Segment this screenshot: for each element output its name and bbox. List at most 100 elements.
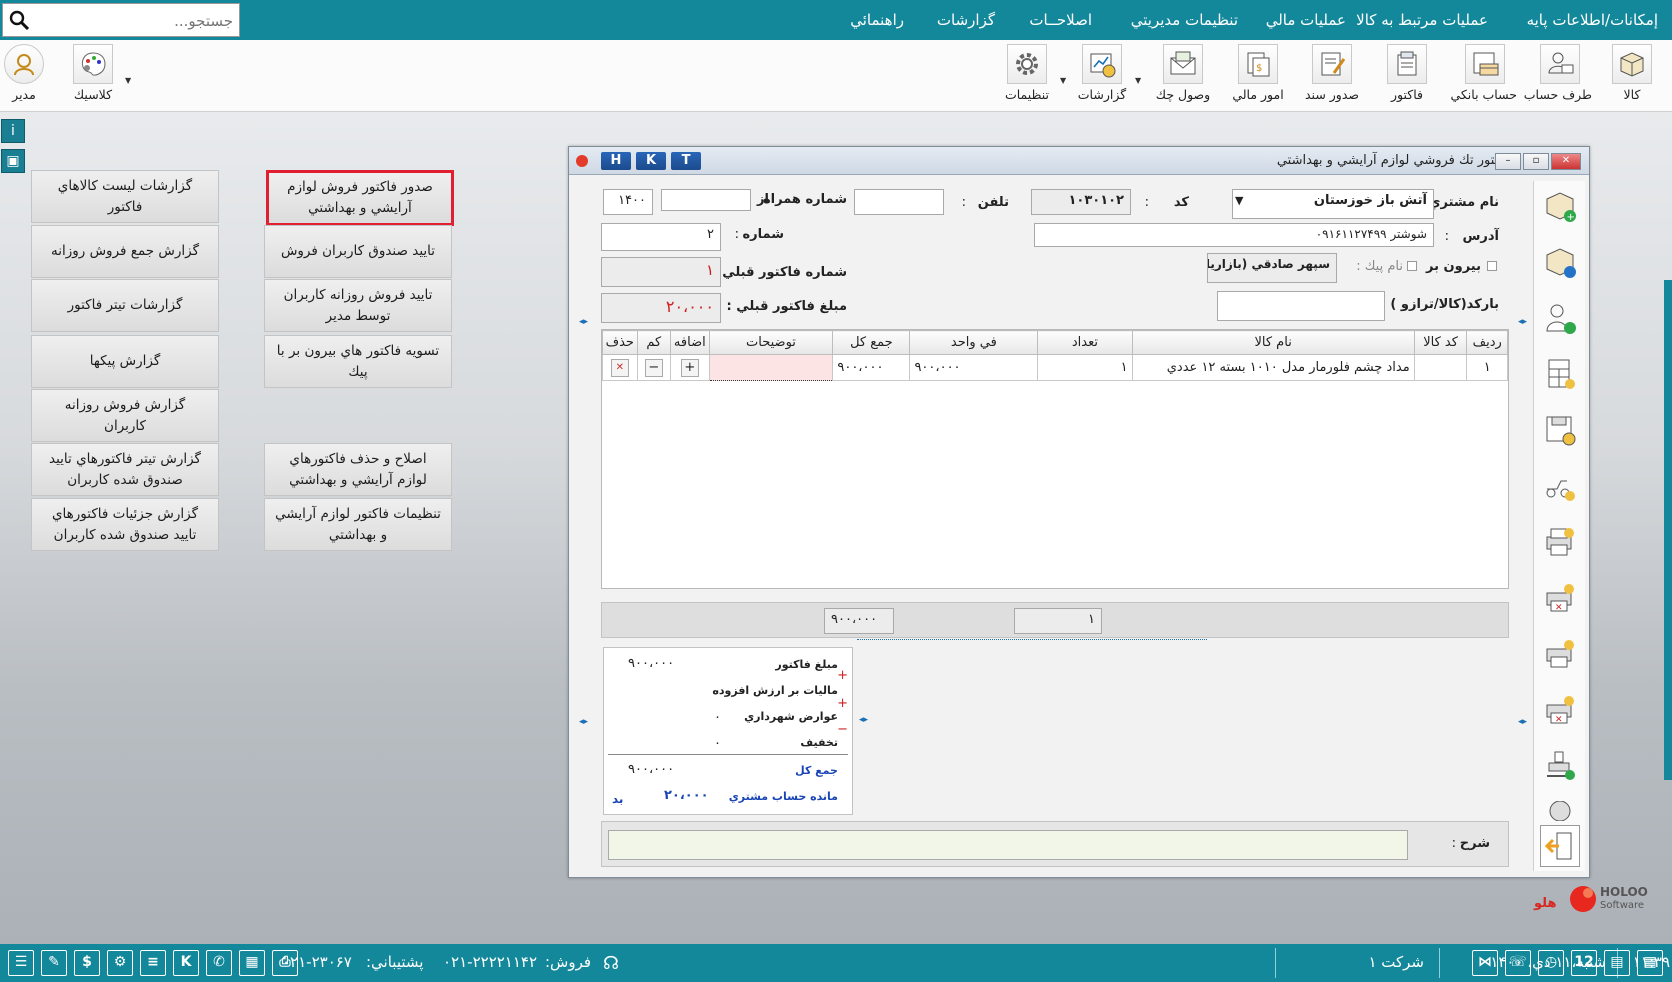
approve-user-cashbox-button[interactable]: تاييد صندوق كاربران فروش [264,225,452,278]
calendar-date-icon[interactable]: 12 [1571,950,1597,976]
settings-button[interactable]: تنظيمات [995,44,1059,102]
share-icon[interactable]: ⋈ [1472,950,1498,976]
memo-icon[interactable]: ≡ [140,950,166,976]
right-arrow-icon[interactable]: ◂▸ [1518,317,1527,327]
user-manager-button[interactable]: مدير [0,44,56,102]
approved-invoice-details-report-button[interactable]: گزارش جزئيات فاكتورهاي تاييد صندوق شده ك… [31,498,219,551]
year-field[interactable]: ۱۴۰۰ [603,189,653,215]
cell-unit-price[interactable]: ۹۰۰،۰۰۰ [909,354,1039,381]
issue-document-button[interactable]: صدور سند [1300,44,1364,102]
chevron-down-icon[interactable]: ▼ [1235,194,1243,207]
clock-icon[interactable]: ◷ [1538,950,1564,976]
contacts-icon[interactable]: ☏ [1505,950,1531,976]
col-add[interactable]: اضافه [670,330,710,355]
exit-icon[interactable] [1540,825,1580,867]
menu-reports[interactable]: گزارشات [937,0,995,40]
mobile-field[interactable] [661,189,751,211]
invoice-headers-report-button[interactable]: گزارشات تيتر فاكتور [31,279,219,332]
more-icon[interactable] [1540,801,1580,821]
add-person-icon[interactable] [1540,297,1580,339]
search-input[interactable] [37,9,233,33]
cell-qty[interactable]: ۱ [1037,354,1133,381]
col-unit-price[interactable]: في واحد [909,330,1039,355]
left-arrow-icon-2[interactable]: ◂▸ [579,717,588,727]
stamp-approve-icon[interactable] [1540,745,1580,787]
settle-courier-invoices-button[interactable]: تسويه فاكتور هاي بيرون بر با پيك [264,335,452,388]
app-grid-icon[interactable]: ▤ [1604,950,1630,976]
invoice-goods-list-report-button[interactable]: گزارشات ليست كالاهاي فاكتور [31,170,219,223]
right-arrow-icon-2[interactable]: ◂▸ [1518,717,1527,727]
classic-dropdown-icon[interactable]: ▼ [125,76,131,85]
menu-admin-settings[interactable]: تنظيمات مديريتي [1131,0,1238,40]
user-photo-icon[interactable]: ▣ [1,149,25,173]
menu-goods-ops[interactable]: عمليات مرتبط به كالا [1356,0,1488,40]
classic-theme-button[interactable]: كلاسيك [61,44,125,102]
print-money-icon[interactable] [1540,521,1580,563]
delivery-view-icon[interactable] [1540,465,1580,507]
cell-total[interactable]: ۹۰۰،۰۰۰ [832,354,911,381]
right-scroll-strip[interactable] [1664,280,1672,780]
phone-icon[interactable]: ✆ [206,950,232,976]
calculator-icon[interactable] [1540,353,1580,395]
barcode-field[interactable] [1217,291,1385,321]
notes-icon[interactable]: ✎ [41,950,67,976]
delete-icon[interactable]: ✕ [610,358,629,377]
h-button[interactable]: H [601,152,631,170]
users-daily-sales-report-button[interactable]: گزارش فروش روزانه كاربران [31,389,219,442]
invoice-settings-button[interactable]: تنظيمات فاكتور لوازم آرايشي و بهداشتي [264,498,452,551]
invoice-button[interactable]: فاكتور [1375,44,1439,102]
list-icon[interactable]: ☰ [8,950,34,976]
daily-sales-sum-report-button[interactable]: گزارش جمع فروش روزانه [31,225,219,278]
settings-small-icon[interactable]: ⚙ [107,950,133,976]
col-total[interactable]: جمع كل [832,330,911,355]
cell-desc[interactable] [708,354,834,381]
col-name[interactable]: نام كالا [1131,330,1415,355]
menu-base-info[interactable]: إمكانات/اطلاعات پايه [1527,0,1658,40]
courier-checkbox[interactable] [1407,261,1417,271]
reports-dropdown-icon[interactable]: ▼ [1135,76,1141,85]
close-icon[interactable]: ✕ [1551,153,1581,170]
search-icon[interactable] [9,10,29,30]
money-icon[interactable]: $ [74,950,100,976]
col-delete[interactable]: حذف [602,330,638,355]
col-row[interactable]: رديف [1466,330,1508,355]
courier-select[interactable]: سپهر صادقي (بازارياب) [1207,253,1337,283]
left-arrow-icon[interactable]: ◂▸ [579,317,588,327]
number-field[interactable]: ۲ [601,223,721,251]
edit-goods-icon[interactable] [1540,241,1580,283]
save-view-icon[interactable] [1540,409,1580,451]
issue-cosmetics-invoice-button[interactable]: صدور فاكتور فروش لوازم آرايشي و بهداشتي [266,170,454,226]
minus-icon[interactable]: − [644,358,663,377]
menu-help[interactable]: راهنمائي [850,0,904,40]
col-minus[interactable]: كم [636,330,672,355]
receive-check-button[interactable]: وصول چك [1151,44,1215,102]
k-button[interactable]: K [636,152,666,170]
phone-field[interactable] [854,189,944,215]
finance-affairs-button[interactable]: $ امور مالي [1226,44,1290,102]
col-qty[interactable]: تعداد [1037,330,1133,355]
couriers-report-button[interactable]: گزارش پيكها [31,335,219,388]
add-goods-icon[interactable]: + [1540,185,1580,227]
print-info-cancel-icon[interactable]: ✕ [1540,689,1580,731]
approved-invoice-headers-report-button[interactable]: گزارش تيتر فاكتورهاي تاييد صندوق شده كار… [31,443,219,496]
cell-row[interactable]: ۱ [1466,354,1508,381]
menu-corrections[interactable]: اصلاحــات [1029,0,1092,40]
table-row[interactable]: ۱ مداد چشم فلورمار مدل ۱۰۱۰ بسته ۱۲ عددي… [602,354,1508,381]
totals-side-arrow-icon[interactable]: ◂▸ [859,715,868,725]
edit-delete-invoices-button[interactable]: اصلاح و حذف فاكتورهاي لوازم آرايشي و بهد… [264,443,452,496]
print-small-icon[interactable]: ⎙ [272,950,298,976]
prev-invoice-no-field[interactable]: ۱ [601,257,721,287]
address-field[interactable]: شوشتر ۰۹۱۶۱۱۲۷۴۹۹ [1034,223,1434,247]
approve-daily-sales-button[interactable]: تاييد فروش روزانه كاربران توسط مدير [264,279,452,332]
menu-financial-ops[interactable]: عمليات مالي [1266,0,1346,40]
calculator-small-icon[interactable]: ▦ [1637,950,1663,976]
cell-name[interactable]: مداد چشم فلورمار مدل ۱۰۱۰ بسته ۱۲ عددي [1131,354,1415,381]
splitter[interactable] [857,639,1207,645]
outside-checkbox[interactable] [1487,261,1497,271]
customer-field[interactable]: آتش باز خوزستان ▼ [1232,189,1434,219]
settings-dropdown-icon[interactable]: ▼ [1060,76,1066,85]
plus-icon[interactable]: + [680,358,699,377]
reports-button[interactable]: گزارشات [1070,44,1134,102]
prev-invoice-amt-field[interactable]: ۲۰،۰۰۰ [601,293,721,323]
col-desc[interactable]: توضيحات [708,330,834,355]
